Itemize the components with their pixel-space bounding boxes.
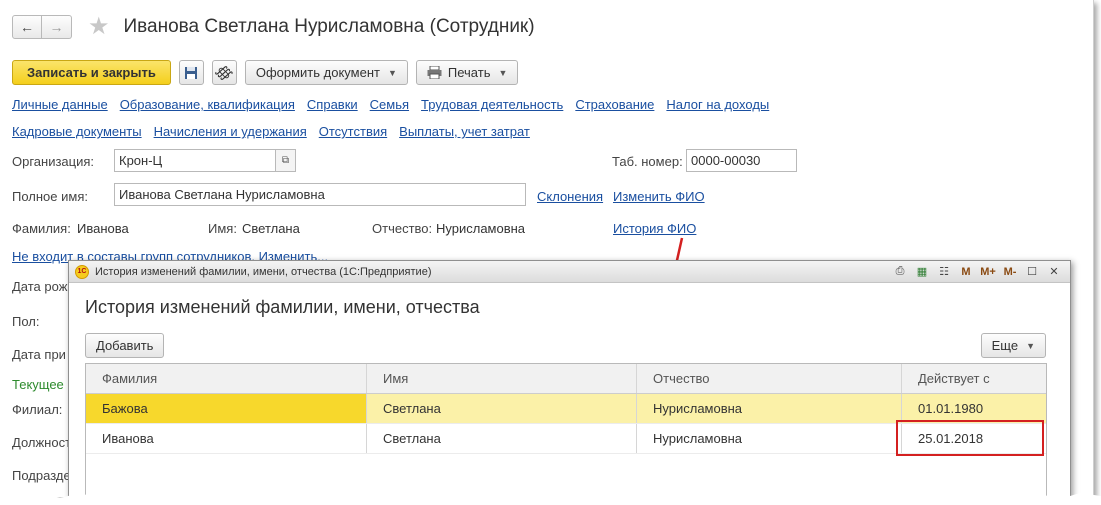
fio-history-dialog: 1С История изменений фамилии, имени, отч…	[68, 260, 1071, 505]
paperclip-icon: ∰	[213, 61, 236, 84]
hire-date-label: Дата при	[12, 347, 66, 362]
maximize-icon[interactable]: ☐	[1022, 263, 1042, 281]
org-open-button[interactable]: ⧉	[276, 149, 296, 172]
link-income-tax[interactable]: Налог на доходы	[666, 97, 769, 112]
link-work-activity[interactable]: Трудовая деятельность	[421, 97, 563, 112]
surname-value: Иванова	[77, 221, 129, 236]
fullname-label: Полное имя:	[12, 189, 88, 204]
fio-history-link[interactable]: История ФИО	[613, 221, 696, 236]
cell-surname: Бажова	[86, 394, 367, 423]
cell-valid-from: 01.01.1980	[918, 401, 984, 416]
fullname-field[interactable]: Иванова Светлана Нурисламовна	[114, 183, 526, 206]
attach-button[interactable]: ∰	[211, 60, 237, 85]
org-field[interactable]: Крон-Ц	[114, 149, 276, 172]
link-accruals[interactable]: Начисления и удержания	[154, 124, 307, 139]
print-label: Печать	[447, 65, 491, 80]
floppy-icon	[185, 66, 198, 79]
arrow-left-icon: ←	[20, 19, 34, 35]
toolbar: Записать и закрыть ∰ Оформить документ ▼…	[12, 60, 526, 85]
name-label: Имя:	[208, 221, 237, 236]
section-links-row1: Личные данные Образование, квалификация …	[12, 97, 781, 112]
add-button[interactable]: Добавить	[85, 333, 165, 358]
column-header-patronymic[interactable]: Отчество	[637, 364, 902, 393]
link-hr-documents[interactable]: Кадровые документы	[12, 124, 142, 139]
make-document-button[interactable]: Оформить документ ▼	[244, 60, 408, 85]
calendar-icon[interactable]: ☷	[934, 263, 954, 281]
name-value: Светлана	[242, 221, 300, 236]
branch-label: Филиал:	[12, 402, 63, 417]
print-button[interactable]: Печать ▼	[415, 60, 519, 85]
gender-label: Пол:	[12, 314, 40, 329]
link-personal-data[interactable]: Личные данные	[12, 97, 108, 112]
cell-patronymic: Нурисламовна	[637, 424, 902, 453]
cell-name: Светлана	[367, 424, 637, 453]
save-close-button[interactable]: Записать и закрыть	[12, 60, 171, 85]
patronymic-label: Отчество:	[372, 221, 433, 236]
link-education[interactable]: Образование, квалификация	[120, 97, 295, 112]
torn-edge-decoration	[0, 492, 1101, 505]
column-header-valid-from[interactable]: Действует с	[902, 364, 1046, 393]
link-certificates[interactable]: Справки	[307, 97, 358, 112]
tab-number-field[interactable]: 0000-00030	[686, 149, 797, 172]
declensions-link[interactable]: Склонения	[537, 189, 603, 204]
more-label: Еще	[991, 338, 1019, 353]
column-header-name[interactable]: Имя	[367, 364, 637, 393]
change-fio-link[interactable]: Изменить ФИО	[613, 189, 705, 204]
position-label: Должност	[12, 435, 72, 450]
table-header: Фамилия Имя Отчество Действует с	[86, 364, 1046, 394]
caret-down-icon: ▼	[498, 67, 508, 78]
link-insurance[interactable]: Страхование	[575, 97, 654, 112]
open-window-icon: ⧉	[281, 155, 290, 166]
dialog-window-title: История изменений фамилии, имени, отчест…	[95, 265, 432, 278]
memory-icon[interactable]: M	[956, 263, 976, 281]
current-status-label: Текущее	[12, 377, 64, 392]
caret-down-icon: ▼	[1026, 340, 1035, 351]
highlight-annotation-box	[896, 420, 1044, 456]
arrow-right-icon: →	[49, 19, 64, 35]
dialog-heading: История изменений фамилии, имени, отчест…	[85, 297, 480, 317]
cell-surname: Иванова	[86, 424, 367, 453]
memory-minus-icon[interactable]: M-	[1000, 263, 1020, 281]
patronymic-value: Нурисламовна	[436, 221, 526, 236]
calculator-icon[interactable]: ▦	[912, 263, 932, 281]
caret-down-icon: ▼	[387, 67, 397, 78]
title-bar: ← → ★ Иванова Светлана Нурисламовна (Сот…	[12, 12, 535, 42]
surname-label: Фамилия:	[12, 221, 71, 236]
department-label: Подразде	[12, 468, 71, 483]
birth-date-label: Дата рож	[12, 279, 68, 294]
window-title: Иванова Светлана Нурисламовна (Сотрудник…	[123, 16, 535, 37]
dialog-tools: ⎙ ▦ ☷ M M+ M- ☐ ✕	[888, 263, 1070, 281]
memory-plus-icon[interactable]: M+	[978, 263, 998, 281]
column-header-surname[interactable]: Фамилия	[86, 364, 367, 393]
close-icon[interactable]: ✕	[1044, 263, 1064, 281]
link-family[interactable]: Семья	[370, 97, 409, 112]
dialog-titlebar: 1С История изменений фамилии, имени, отч…	[69, 261, 1070, 283]
cell-patronymic: Нурисламовна	[637, 394, 902, 423]
print-preview-icon[interactable]: ⎙	[890, 263, 910, 281]
favorite-star-icon[interactable]: ★	[88, 15, 110, 39]
make-document-label: Оформить документ	[255, 65, 380, 80]
org-label: Организация:	[12, 154, 95, 169]
logo-1c-icon: 1С	[75, 264, 89, 279]
link-absences[interactable]: Отсутствия	[319, 124, 387, 139]
section-links-row2: Кадровые документы Начисления и удержани…	[12, 124, 542, 139]
link-payments[interactable]: Выплаты, учет затрат	[399, 124, 530, 139]
forward-button[interactable]: →	[42, 15, 72, 39]
back-button[interactable]: ←	[12, 15, 42, 39]
more-button[interactable]: Еще ▼	[980, 333, 1046, 358]
printer-icon	[427, 66, 442, 79]
tab-number-label: Таб. номер:	[612, 154, 683, 169]
save-button[interactable]	[178, 60, 204, 85]
cell-name: Светлана	[367, 394, 637, 423]
